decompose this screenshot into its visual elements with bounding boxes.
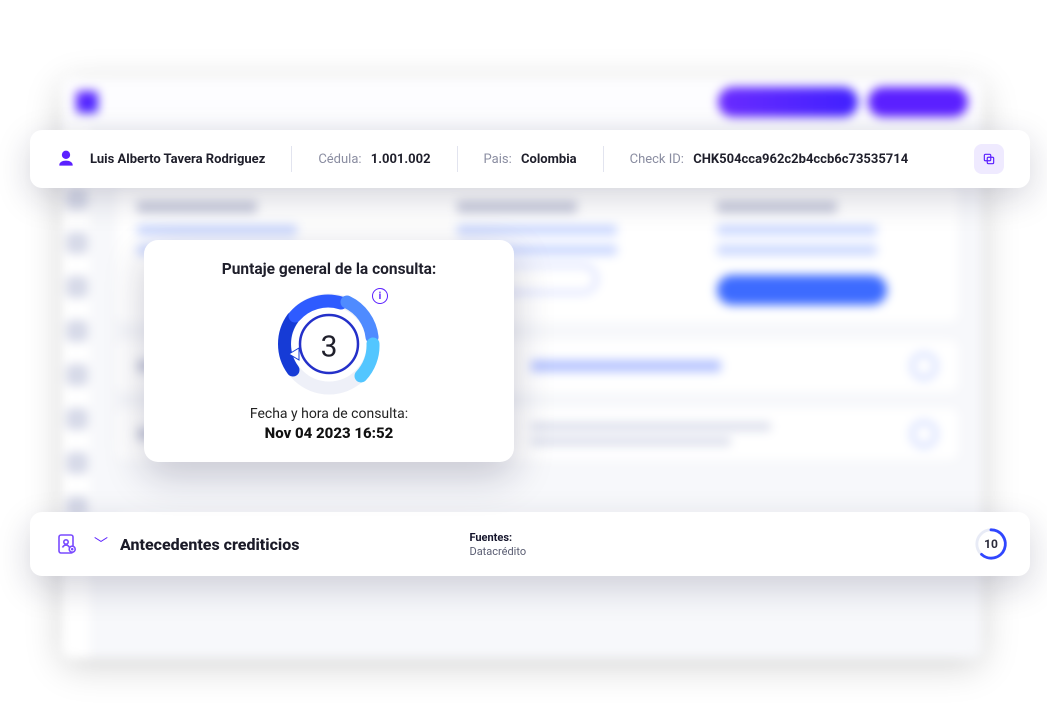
antecedentes-sources: Fuentes: Datacrédito — [469, 531, 526, 558]
sources-value: Datacrédito — [469, 545, 526, 558]
score-gauge: i 3 — [264, 284, 394, 400]
separator — [457, 146, 458, 172]
credit-document-icon — [52, 529, 82, 559]
checkid-value: CHK504cca962c2b4ccb6c73535714 — [693, 152, 908, 167]
info-icon[interactable]: i — [372, 288, 388, 304]
cedula-label: Cédula: — [318, 152, 361, 167]
antecedentes-card[interactable]: ﹀ Antecedentes crediticios Fuentes: Data… — [30, 512, 1030, 576]
checkid-label: Check ID: — [630, 152, 684, 167]
separator — [603, 146, 604, 172]
score-title: Puntaje general de la consulta: — [170, 260, 488, 278]
person-icon — [56, 149, 76, 169]
sources-label: Fuentes: — [469, 531, 526, 544]
score-value: 3 — [321, 329, 338, 364]
chevron-down-icon[interactable]: ﹀ — [94, 534, 108, 554]
person-info-bar: Luis Alberto Tavera Rodriguez Cédula: 1.… — [30, 130, 1030, 188]
score-date-value: Nov 04 2023 16:52 — [170, 424, 488, 442]
copy-button[interactable] — [974, 144, 1004, 174]
person-name: Luis Alberto Tavera Rodriguez — [90, 152, 265, 167]
score-card: Puntaje general de la consulta: i 3 Fech… — [144, 240, 514, 462]
pais-value: Colombia — [521, 152, 577, 167]
antecedentes-score-badge: 10 — [974, 527, 1008, 561]
cedula-value: 1.001.002 — [371, 152, 431, 167]
separator — [291, 146, 292, 172]
score-date-label: Fecha y hora de consulta: — [170, 406, 488, 422]
pais-label: Pais: — [484, 152, 512, 167]
antecedentes-title: Antecedentes crediticios — [120, 535, 299, 554]
